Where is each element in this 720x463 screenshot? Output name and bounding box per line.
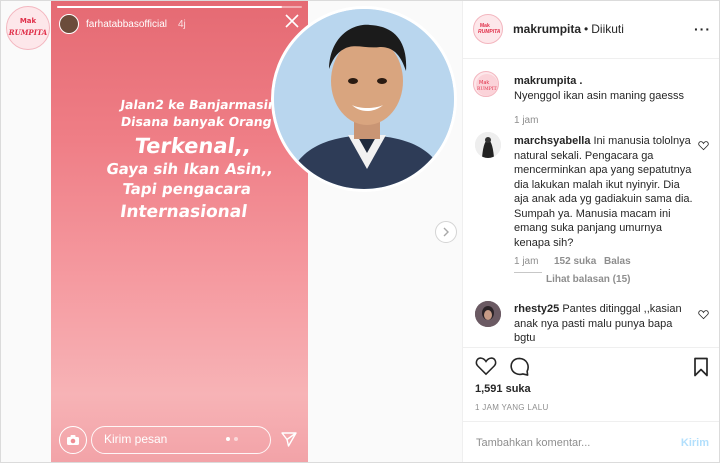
heart-icon[interactable] — [698, 309, 709, 320]
chevron-right-icon[interactable] — [435, 221, 457, 243]
svg-text:Mak: Mak — [479, 80, 489, 86]
post-header-title: makrumpita • Diikuti — [513, 22, 624, 36]
comment-1-text: Ini manusia tololnya natural sekali. Pen… — [514, 135, 693, 249]
caption-text: Nyenggol ikan asin maning gaesss — [514, 90, 684, 102]
brand-logo-bottom: RUMPITA — [8, 28, 48, 37]
post-caption: makrumpita . Nyenggol ikan asin maning g… — [514, 75, 709, 104]
heart-icon[interactable] — [698, 140, 709, 151]
brand-logo: Mak RUMPITA — [6, 6, 50, 50]
send-icon[interactable] — [280, 430, 298, 448]
post-time-ago: 1 JAM YANG LALU — [475, 403, 549, 412]
close-icon[interactable] — [284, 13, 300, 29]
person-portrait-image — [271, 6, 457, 192]
story-username: farhatabbasofficial — [86, 18, 167, 30]
comment-1: marchsyabella Ini manusia tololnya natur… — [514, 134, 694, 250]
replies-divider — [514, 272, 542, 273]
story-line-1: Jalan2 ke Banjarmasin — [119, 97, 278, 112]
comment-2-username[interactable]: rhesty25 — [514, 303, 559, 315]
like-icon[interactable] — [475, 356, 497, 376]
svg-text:RUMPITA: RUMPITA — [477, 86, 499, 92]
send-message-input[interactable]: Kirim pesan — [91, 426, 271, 454]
media-panel: Mak RUMPITA farhatabbasofficial 4j Jalan… — [1, 1, 463, 462]
caption-username[interactable]: makrumpita . — [514, 75, 709, 87]
post-comment-button[interactable]: Kirim — [681, 437, 709, 449]
post-author-avatar[interactable]: Mak RUMPITA — [473, 14, 503, 44]
avatar-logo-bottom: RUMPITA — [478, 29, 501, 35]
camera-icon[interactable] — [59, 426, 87, 454]
commenter-avatar[interactable] — [475, 301, 501, 327]
view-replies-button[interactable]: Lihat balasan (15) — [546, 274, 630, 285]
story-header: farhatabbasofficial 4j — [59, 14, 186, 34]
follow-status[interactable]: Diikuti — [591, 22, 624, 36]
story-line-6: Internasional — [118, 202, 249, 222]
instagram-post-window: Mak RUMPITA farhatabbasofficial 4j Jalan… — [0, 0, 720, 463]
story-screenshot: farhatabbasofficial 4j Jalan2 ke Banjarm… — [51, 1, 308, 462]
comment-2: rhesty25 Pantes ditinggal ,,kasian anak … — [514, 302, 694, 346]
add-comment-bar: Tambahkan komentar... Kirim — [463, 421, 719, 462]
more-options-icon[interactable]: ··· — [694, 21, 711, 37]
story-line-5: Tapi pengacara — [121, 180, 253, 198]
story-line-4: Gaya sih Ikan Asin,, — [105, 160, 275, 178]
story-avatar — [59, 14, 79, 34]
likes-count[interactable]: 1,591 suka — [475, 383, 531, 395]
story-text-block: Jalan2 ke Banjarmasin Disana banyak Oran… — [82, 96, 300, 223]
comment-1-likes[interactable]: 152 suka — [554, 256, 596, 267]
caption-avatar[interactable]: Mak RUMPITA — [473, 71, 499, 97]
action-bar — [475, 356, 530, 377]
comment-1-time: 1 jam — [514, 256, 539, 267]
comment-1-username[interactable]: marchsyabella — [514, 135, 590, 147]
brand-logo-top: Mak — [19, 17, 37, 25]
story-line-3: Terkenal,, — [133, 134, 253, 158]
post-author-username[interactable]: makrumpita — [513, 22, 581, 36]
story-footer: Kirim pesan — [51, 418, 308, 462]
story-page-dots — [226, 437, 238, 441]
story-progress-bar — [57, 6, 302, 8]
bookmark-icon[interactable] — [693, 357, 709, 377]
post-header: Mak RUMPITA makrumpita • Diikuti ··· — [463, 1, 719, 59]
story-time: 4j — [177, 18, 186, 30]
comments-panel: Mak RUMPITA makrumpita • Diikuti ··· Mak RU… — [463, 1, 719, 462]
commenter-avatar[interactable] — [475, 132, 501, 158]
comment-icon[interactable] — [509, 356, 530, 377]
caption-time: 1 jam — [514, 115, 539, 126]
reply-button[interactable]: Balas — [604, 256, 631, 267]
add-comment-input[interactable]: Tambahkan komentar... — [476, 437, 590, 449]
actions-divider — [463, 347, 719, 348]
story-line-2: Disana banyak Orang — [119, 114, 273, 129]
